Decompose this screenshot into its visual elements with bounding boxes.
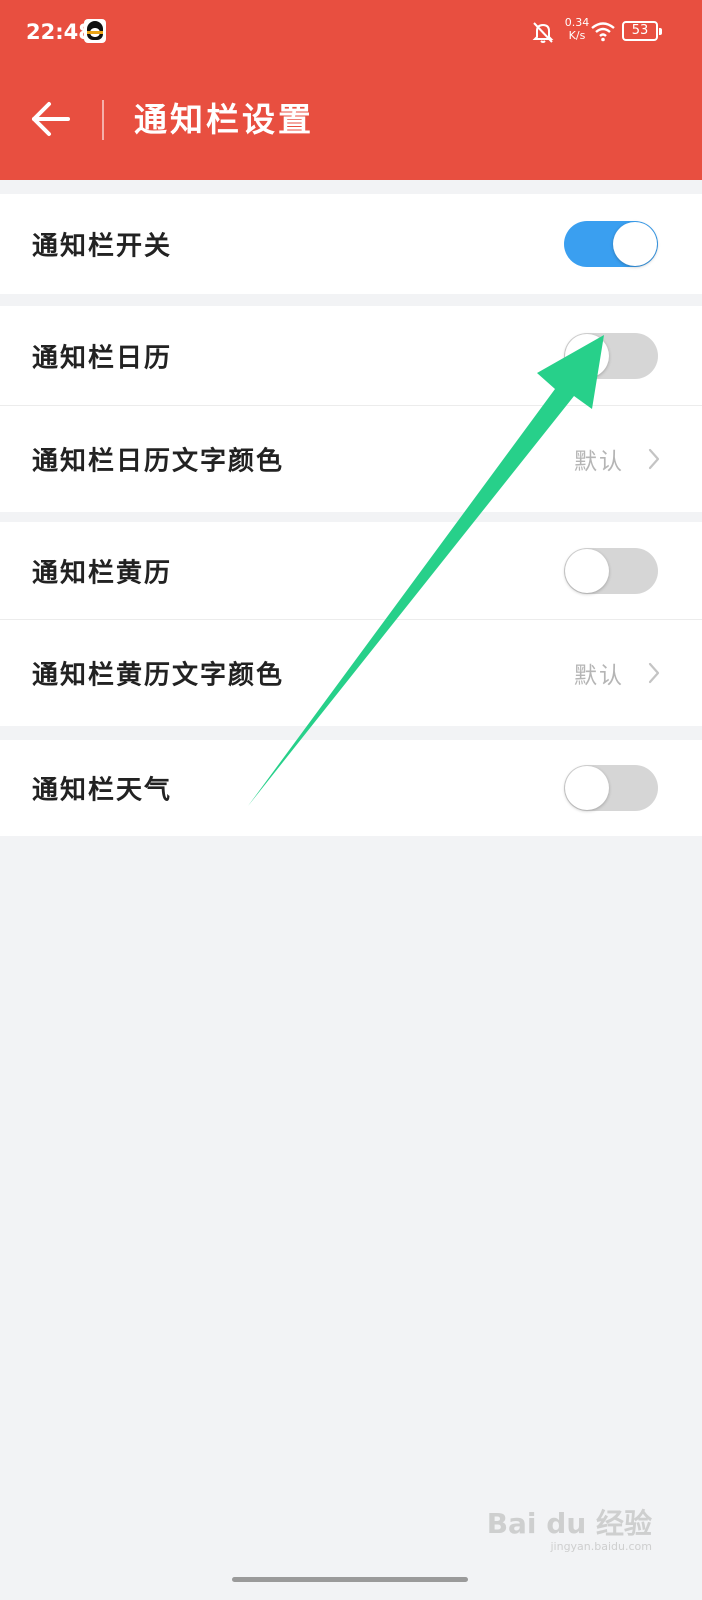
setting-row-notification-switch[interactable]: 通知栏开关 xyxy=(0,194,702,294)
qq-icon xyxy=(84,19,106,43)
battery-icon: 53 xyxy=(622,21,662,41)
setting-label: 通知栏天气 xyxy=(32,775,173,806)
watermark-url: jingyan.baidu.com xyxy=(550,1540,652,1553)
setting-row-calendar-text-color[interactable]: 通知栏日历文字颜色 默认 xyxy=(0,406,702,512)
bell-off-icon xyxy=(532,22,554,43)
back-button[interactable] xyxy=(28,96,74,142)
setting-label: 通知栏开关 xyxy=(32,231,173,262)
setting-row-calendar[interactable]: 通知栏日历 xyxy=(0,306,702,406)
calendar-toggle[interactable] xyxy=(564,332,658,379)
settings-group-almanac: 通知栏黄历 通知栏黄历文字颜色 默认 xyxy=(0,522,702,726)
toggle-knob xyxy=(565,548,609,593)
home-indicator[interactable] xyxy=(232,1577,468,1582)
chevron-right-icon xyxy=(648,662,660,684)
battery-level: 53 xyxy=(631,23,649,38)
status-time: 22:48 xyxy=(26,20,93,44)
settings-group-switch: 通知栏开关 xyxy=(0,194,702,294)
setting-row-almanac[interactable]: 通知栏黄历 xyxy=(0,522,702,620)
almanac-toggle[interactable] xyxy=(564,547,658,594)
setting-row-weather[interactable]: 通知栏天气 xyxy=(0,740,702,836)
setting-label: 通知栏黄历文字颜色 xyxy=(32,660,285,691)
setting-label: 通知栏日历文字颜色 xyxy=(32,446,285,477)
network-speed-unit: K/s xyxy=(568,29,586,42)
notification-switch-toggle[interactable] xyxy=(564,221,658,267)
toggle-knob xyxy=(613,222,657,266)
toggle-knob xyxy=(565,333,609,378)
setting-label: 通知栏黄历 xyxy=(32,558,173,588)
page-title: 通知栏设置 xyxy=(134,100,314,139)
wifi-icon xyxy=(591,22,615,42)
setting-label: 通知栏日历 xyxy=(32,343,173,373)
title-divider xyxy=(102,100,104,140)
setting-value: 默认 xyxy=(574,663,624,689)
toggle-knob xyxy=(565,766,609,810)
weather-toggle[interactable] xyxy=(564,765,658,811)
settings-group-calendar: 通知栏日历 通知栏日历文字颜色 默认 xyxy=(0,306,702,512)
setting-row-almanac-text-color[interactable]: 通知栏黄历文字颜色 默认 xyxy=(0,620,702,726)
network-speed: 0.34 K/s xyxy=(562,16,592,42)
settings-group-weather: 通知栏天气 xyxy=(0,740,702,836)
chevron-right-icon xyxy=(648,448,660,470)
app-header: 22:48 0.34 K/s 53 通知栏设置 xyxy=(0,0,702,180)
setting-value: 默认 xyxy=(574,449,624,475)
network-speed-value: 0.34 xyxy=(564,16,590,29)
watermark-logo: Bai du 经验 xyxy=(486,1507,652,1540)
